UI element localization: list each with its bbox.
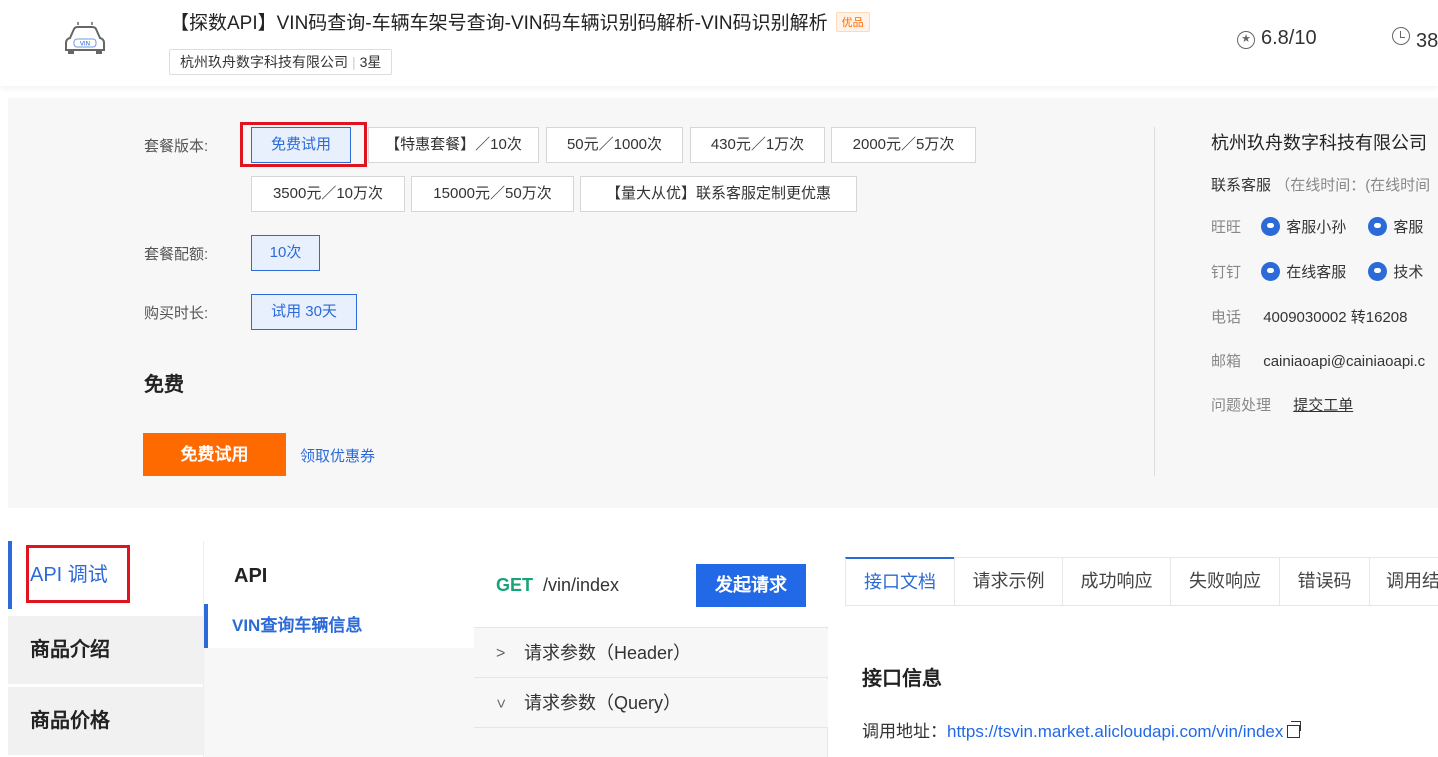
issue-label: 问题处理 (1211, 397, 1272, 414)
api-item-vin-query[interactable]: VIN查询车辆信息 (204, 604, 474, 648)
tab-error-codes[interactable]: 错误码 (1279, 557, 1370, 606)
wangwang-icon (1368, 217, 1388, 236)
wangwang-agent-1-label: 客服小孙 (1286, 219, 1347, 236)
send-request-button[interactable]: 发起请求 (696, 564, 806, 607)
header-params-label: 请求参数（Header） (524, 643, 692, 663)
copy-icon[interactable] (1287, 721, 1302, 738)
quota-label: 套餐配额: (144, 246, 209, 263)
issue-row: 问题处理 提交工单 (1211, 394, 1353, 415)
call-count: 38 (1392, 27, 1438, 53)
seller-name: 杭州玖舟数字科技有限公司 (1211, 133, 1427, 153)
api-url-label: 调用地址： (862, 722, 947, 741)
online-time: （在线时间：(在线时间 (1275, 177, 1431, 194)
chevron-right-icon: > (496, 645, 506, 662)
wangwang-agent-2-label: 客服 (1393, 219, 1424, 236)
api-info-heading: 接口信息 (862, 668, 942, 690)
highlight-box-version (240, 122, 367, 167)
product-title: 【探数API】VIN码查询-车辆车架号查询-VIN码车辆识别码解析-VIN码识别… (170, 8, 870, 35)
submit-ticket-link[interactable]: 提交工单 (1293, 397, 1353, 414)
product-header: VIN 【探数API】VIN码查询-车辆车架号查询-VIN码车辆识别码解析-VI… (0, 0, 1438, 86)
api-url-row: 调用地址：https://tsvin.market.alicloudapi.co… (862, 717, 1302, 742)
dingding-row: 钉钉 在线客服 技术 (1211, 261, 1423, 282)
free-trial-button[interactable]: 免费试用 (143, 433, 286, 476)
car-logo-icon: VIN (65, 22, 105, 54)
dingding-agent-1-label: 在线客服 (1286, 264, 1347, 281)
chevron-down-icon: > (492, 698, 510, 709)
email-row: 邮箱 cainiaoapi@cainiaoapi.c (1211, 350, 1425, 371)
version-option-custom[interactable]: 【量大从优】联系客服定制更优惠 (580, 176, 857, 212)
http-method: GET (496, 575, 534, 595)
tab-success-response[interactable]: 成功响应 (1062, 557, 1171, 606)
version-option-1000[interactable]: 50元／1000次 (546, 127, 683, 163)
tab-failure-response[interactable]: 失败响应 (1170, 557, 1280, 606)
dingding-agent-2[interactable]: 技术 (1368, 262, 1424, 281)
highlight-box-api-debug (26, 545, 130, 603)
email-value: cainiaoapi@cainiaoapi.c (1263, 353, 1426, 370)
contact-row: 联系客服 （在线时间：(在线时间 (1211, 174, 1430, 195)
version-option-10k[interactable]: 430元／1万次 (690, 127, 825, 163)
call-count-value: 38 (1416, 30, 1438, 52)
quota-option[interactable]: 10次 (251, 235, 320, 271)
wangwang-icon (1261, 217, 1281, 236)
api-list-heading: API (234, 565, 268, 587)
dingding-label: 钉钉 (1211, 264, 1242, 281)
wangwang-label: 旺旺 (1211, 219, 1242, 236)
tab-api-doc[interactable]: 接口文档 (845, 557, 955, 606)
wangwang-agent-2[interactable]: 客服 (1368, 217, 1424, 236)
api-list: API VIN查询车辆信息 (203, 541, 474, 757)
panel-divider (1154, 127, 1155, 476)
company-name: 杭州玖舟数字科技有限公司 (180, 54, 348, 70)
dingding-agent-1[interactable]: 在线客服 (1261, 262, 1347, 281)
query-params-toggle[interactable]: > 请求参数（Query） (474, 679, 828, 728)
request-path: /vin/index (543, 575, 620, 595)
tabs-divider (845, 605, 1438, 606)
logo-text: VIN (80, 41, 90, 48)
api-list-empty-area (204, 648, 474, 757)
tab-call-result[interactable]: 调用结 (1369, 557, 1438, 606)
query-params-label: 请求参数（Query） (524, 693, 682, 713)
price: 免费 (144, 374, 184, 396)
wangwang-agent-1[interactable]: 客服小孙 (1261, 217, 1347, 236)
company-tag[interactable]: 杭州玖舟数字科技有限公司 | 3星 (169, 49, 393, 75)
tab-request-example[interactable]: 请求示例 (954, 557, 1063, 606)
api-url-link[interactable]: https://tsvin.market.alicloudapi.com/vin… (947, 722, 1283, 741)
contact-label: 联系客服 (1211, 177, 1272, 194)
score-value: 6.8/10 (1261, 27, 1317, 49)
duration-option[interactable]: 试用 30天 (251, 294, 357, 330)
header-params-toggle[interactable]: > 请求参数（Header） (474, 629, 828, 678)
coupon-link[interactable]: 领取优惠券 (300, 445, 375, 466)
company-rating: 3星 (359, 54, 382, 70)
dingding-icon (1261, 262, 1281, 281)
request-bar: GET /vin/index 发起请求 (474, 541, 828, 628)
docs-panel: 接口文档 请求示例 成功响应 失败响应 错误码 调用结 接口信息 调用地址：ht… (829, 541, 1438, 757)
phone-row: 电话 4009030002 转16208 (1211, 306, 1408, 327)
dingding-icon (1368, 262, 1388, 281)
phone-value: 4009030002 转16208 (1263, 309, 1408, 326)
nav-product-intro[interactable]: 商品介绍 (8, 616, 203, 684)
premium-badge: 优品 (835, 12, 870, 32)
version-label: 套餐版本: (144, 138, 209, 155)
nav-product-price[interactable]: 商品价格 (8, 687, 203, 755)
version-option-100k[interactable]: 3500元／10万次 (251, 176, 405, 212)
version-option-special[interactable]: 【特惠套餐】／10次 (368, 127, 539, 163)
product-title-text: 【探数API】VIN码查询-车辆车架号查询-VIN码车辆识别码解析-VIN码识别… (170, 13, 828, 34)
duration-label: 购买时长: (144, 305, 209, 322)
version-option-50k[interactable]: 2000元／5万次 (831, 127, 976, 163)
clock-icon (1392, 27, 1410, 45)
request-panel: GET /vin/index 发起请求 > 请求参数（Header） > 请求参… (474, 541, 828, 757)
score: ★ 6.8/10 (1237, 27, 1317, 50)
version-option-500k[interactable]: 15000元／50万次 (411, 176, 574, 212)
dingding-agent-2-label: 技术 (1393, 264, 1424, 281)
wangwang-row: 旺旺 客服小孙 客服 (1211, 216, 1423, 237)
phone-label: 电话 (1211, 309, 1242, 326)
email-label: 邮箱 (1211, 353, 1242, 370)
star-icon: ★ (1237, 31, 1255, 49)
